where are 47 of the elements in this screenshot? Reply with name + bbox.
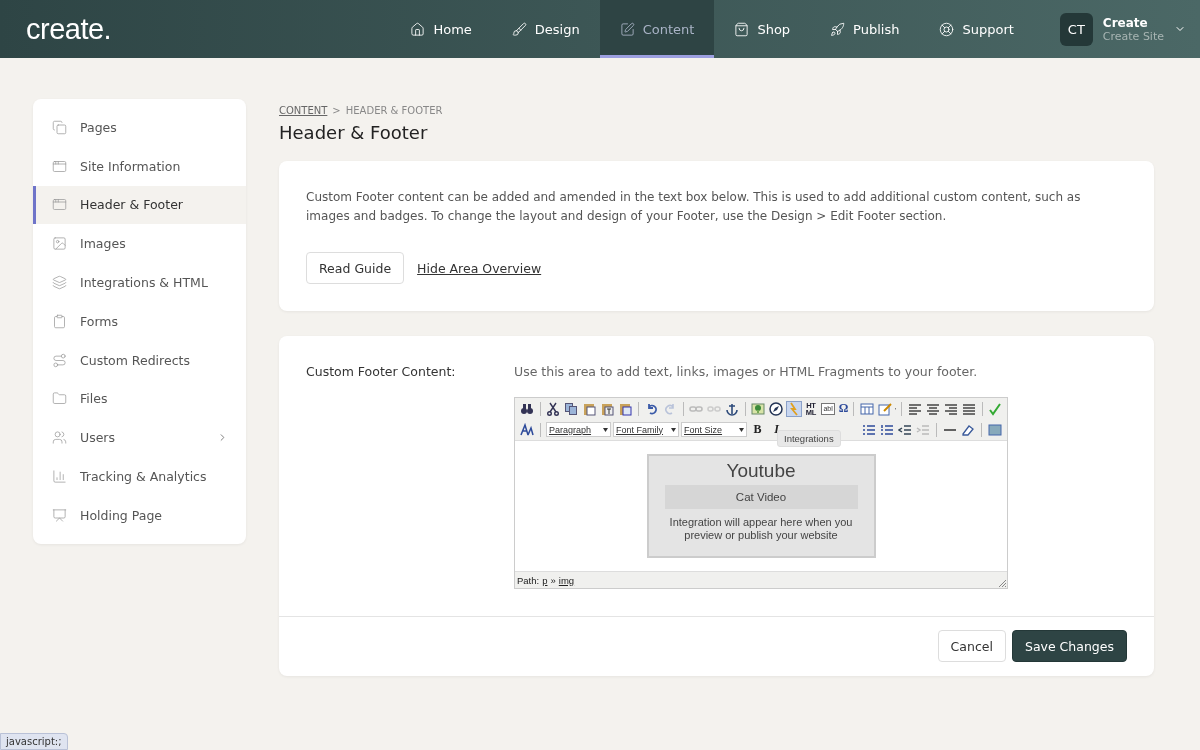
overview-text: Custom Footer content can be added and amended in the text box below. This is used to add additional custom content, such as images and badges. To change the layout and design of your Footer, use the Design > Edit Footer section.	[305, 189, 1082, 225]
sidebar-item[interactable]: Custom Redirects	[33, 340, 246, 380]
nav-tab[interactable]: Shop	[714, 0, 811, 58]
sidebar-item[interactable]: Images	[33, 224, 246, 264]
read-guide-button[interactable]: Read Guide	[306, 252, 405, 284]
sidebar-item[interactable]: Integrations & HTML	[33, 263, 246, 302]
breadcrumb-separator: >	[332, 105, 341, 116]
sidebar-item[interactable]: Tracking & Analytics	[33, 457, 246, 496]
font-size-select[interactable]: Font Size	[681, 422, 747, 437]
account-name: Create	[1102, 15, 1149, 30]
tooltip: Integrations	[777, 430, 841, 447]
path-separator: »	[550, 574, 556, 586]
avatar[interactable]: CT	[1059, 12, 1093, 46]
nav-tab[interactable]: Content	[599, 0, 715, 58]
sidebar-item[interactable]: Site Information	[33, 146, 246, 186]
logo[interactable]: create.	[26, 12, 112, 46]
bold-button[interactable]: B	[749, 421, 766, 438]
account-subtitle: Create Site	[1102, 29, 1164, 43]
sidebar-item[interactable]: Users	[33, 418, 246, 458]
breadcrumb-link[interactable]: CONTENT	[279, 105, 328, 116]
nav-tab[interactable]: Publish	[810, 0, 920, 58]
nav-tab[interactable]: Home	[390, 0, 492, 58]
path-link[interactable]: p	[542, 574, 548, 586]
field-label: Custom Footer Content:	[306, 364, 457, 381]
font-family-select[interactable]: Font Family	[613, 422, 679, 437]
save-button[interactable]: Save Changes	[1011, 630, 1127, 662]
nav-tab[interactable]: Support	[919, 0, 1034, 58]
integration-placeholder[interactable]: Youtube Cat Video Integration will appear here when you preview or publish your website	[646, 454, 876, 558]
format-select[interactable]: Paragraph	[546, 422, 611, 437]
embed-title: Youtube	[726, 460, 796, 482]
sidebar-item[interactable]: Forms	[33, 302, 246, 341]
symbol-button[interactable]: Ω	[838, 400, 849, 417]
embed-note: Integration will appear here when you preview or publish your website	[668, 516, 854, 541]
breadcrumb-current: HEADER & FOOTER	[345, 105, 443, 116]
sidebar-item[interactable]: Files	[33, 379, 246, 419]
sidebar-item[interactable]: Pages	[33, 108, 246, 147]
status-bar: javascript:;	[0, 733, 68, 750]
help-text: Use this area to add text, links, images or HTML Fragments to your footer.	[514, 364, 979, 379]
path-label: Path:	[517, 574, 540, 586]
sidebar-item[interactable]: Header & Footer	[33, 185, 246, 225]
page-title: Header & Footer	[279, 122, 429, 143]
embed-name: Cat Video	[664, 485, 858, 509]
nav-tab[interactable]: Design	[491, 0, 600, 58]
cancel-button[interactable]: Cancel	[937, 630, 1006, 662]
path-link[interactable]: img	[558, 574, 575, 586]
hide-overview-link[interactable]: Hide Area Overview	[417, 260, 542, 276]
sidebar-item[interactable]: Holding Page	[33, 495, 246, 535]
